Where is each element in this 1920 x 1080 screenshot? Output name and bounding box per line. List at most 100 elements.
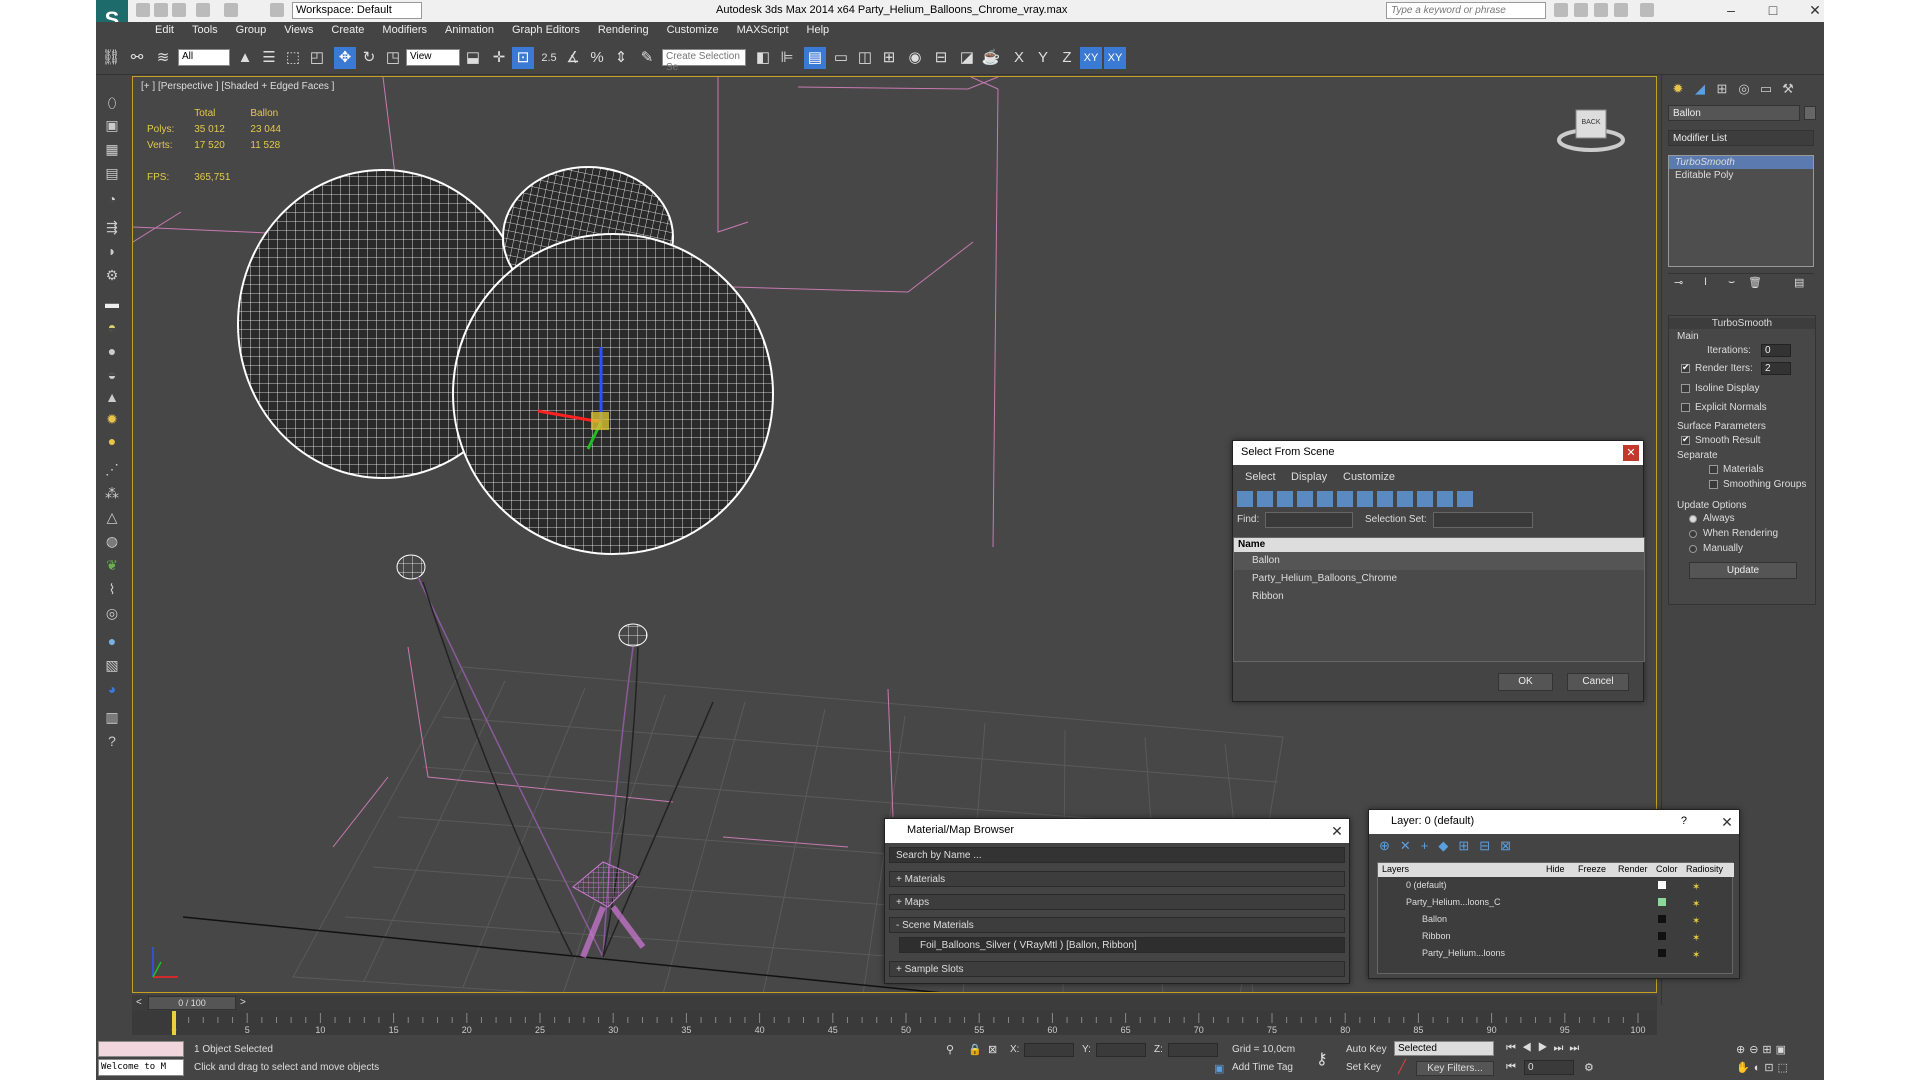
keyboard-shortcut-override-icon[interactable]: ⊡: [512, 47, 534, 69]
save-file-icon[interactable]: [172, 3, 186, 17]
omni-light-icon[interactable]: ●: [102, 431, 122, 451]
hierarchy-icon[interactable]: ▤: [102, 163, 122, 183]
ribbon-strings[interactable]: [417, 576, 714, 958]
mmb-group-materials[interactable]: + Materials: [889, 871, 1345, 887]
particle-icon[interactable]: ⁂: [102, 483, 122, 503]
playback-controls-icon[interactable]: ⏮◀▶⏭⏭: [1506, 1042, 1585, 1055]
percent-snap-icon[interactable]: %: [586, 47, 608, 69]
mirror-icon[interactable]: ◧: [752, 47, 774, 69]
globe-icon[interactable]: ◍: [102, 531, 122, 551]
container-icon[interactable]: ▥: [102, 707, 122, 727]
viewcube[interactable]: BACK: [1556, 95, 1626, 155]
col-layers[interactable]: Layers: [1382, 864, 1409, 874]
col-render[interactable]: Render: [1618, 864, 1648, 874]
torus-icon[interactable]: ◒: [102, 365, 122, 385]
axis-xy-cycle-button[interactable]: XY: [1104, 47, 1126, 69]
close-mmb-button[interactable]: ✕: [1329, 823, 1345, 839]
ok-button[interactable]: OK: [1498, 673, 1553, 691]
time-next-icon[interactable]: >: [240, 997, 246, 1008]
time-prev-icon[interactable]: <: [136, 997, 142, 1008]
axis-x-button[interactable]: X: [1008, 47, 1030, 69]
pivot-center-icon[interactable]: ⬓: [462, 47, 484, 69]
binoculars-icon[interactable]: [1554, 3, 1568, 17]
stack-item-editable-poly[interactable]: Editable Poly: [1669, 169, 1813, 182]
y-coord-field[interactable]: [1096, 1043, 1146, 1057]
window-crossing-icon[interactable]: ◰: [306, 47, 328, 69]
new-file-icon[interactable]: [136, 3, 150, 17]
render-iters-spinner[interactable]: 2: [1761, 362, 1791, 375]
menu-help[interactable]: Help: [798, 22, 839, 41]
cloth-icon[interactable]: ◎: [102, 603, 122, 623]
x-coord-field[interactable]: [1024, 1043, 1074, 1057]
scene-item-party-helium[interactable]: Party_Helium_Balloons_Chrome: [1234, 570, 1644, 588]
modify-icon[interactable]: ▦: [102, 139, 122, 159]
close-window-button[interactable]: ✕: [1800, 2, 1824, 19]
create-geometry-icon[interactable]: ⬯: [102, 93, 122, 113]
select-object-icon[interactable]: ▲: [234, 47, 256, 69]
rectangular-selection-icon[interactable]: ⬚: [282, 47, 304, 69]
select-and-move-icon[interactable]: ✥: [334, 47, 356, 69]
iterations-spinner[interactable]: 0: [1761, 344, 1791, 357]
biped-icon[interactable]: ◗: [102, 241, 122, 261]
sun-icon[interactable]: ✹: [102, 409, 122, 429]
viewport-navigation-icons[interactable]: ⊕⊖⊞▣: [1736, 1043, 1790, 1056]
rendered-frame-window-icon[interactable]: ◪: [956, 47, 978, 69]
time-slider-thumb[interactable]: 0 / 100: [148, 996, 236, 1010]
radiosity-icons[interactable]: ✶ ✶ ✶ ✶ ✶: [1692, 879, 1700, 964]
select-by-name-icon[interactable]: ☰: [258, 47, 280, 69]
axis-y-button[interactable]: Y: [1032, 47, 1054, 69]
isolate-selection-icon[interactable]: ⚲: [946, 1043, 954, 1056]
menu-animation[interactable]: Animation: [436, 22, 503, 41]
update-always-radio[interactable]: [1689, 515, 1697, 523]
smooth-result-checkbox[interactable]: [1681, 434, 1690, 445]
search-input[interactable]: Type a keyword or phrase: [1386, 2, 1546, 19]
render-iters-checkbox[interactable]: [1681, 362, 1690, 373]
layer-color-swatch[interactable]: [1658, 949, 1666, 957]
light-icon[interactable]: ◔: [102, 189, 122, 209]
set-key-button[interactable]: Set Key: [1346, 1062, 1381, 1073]
shapes-icon[interactable]: ▣: [102, 115, 122, 135]
stack-item-turbosmooth[interactable]: TurboSmooth: [1669, 156, 1813, 169]
menu-graph-editors[interactable]: Graph Editors: [503, 22, 589, 41]
selection-filter-dropdown[interactable]: All: [178, 49, 230, 66]
time-slider[interactable]: < 0 / 100 >: [132, 995, 1657, 1011]
menu-views[interactable]: Views: [275, 22, 322, 41]
separate-materials-checkbox[interactable]: [1709, 465, 1718, 474]
exchange-icon[interactable]: [1594, 3, 1608, 17]
track-bar[interactable]: 0510152025303540455055606570758085909510…: [132, 1011, 1657, 1035]
time-tag-icon[interactable]: ▣: [1214, 1062, 1224, 1075]
reference-coordinate-dropdown[interactable]: View: [406, 49, 460, 66]
minimize-button[interactable]: –: [1716, 2, 1746, 18]
layer-color-swatch[interactable]: [1658, 915, 1666, 923]
sequencer-icon[interactable]: ⇶: [102, 217, 122, 237]
align-icon[interactable]: ⊫: [776, 47, 798, 69]
sfs-menu-display[interactable]: Display: [1291, 471, 1327, 483]
plant-icon[interactable]: ❦: [102, 555, 122, 575]
balloon-front[interactable]: [452, 233, 774, 647]
help-icon[interactable]: [1640, 3, 1654, 17]
z-coord-field[interactable]: [1168, 1043, 1218, 1057]
key-mode-dropdown[interactable]: Selected: [1394, 1041, 1494, 1056]
named-selection-dropdown[interactable]: Create Selection Se: [662, 49, 746, 73]
menu-maxscript[interactable]: MAXScript: [728, 22, 798, 41]
default-tangent-icon[interactable]: ╱: [1398, 1059, 1406, 1075]
select-and-rotate-icon[interactable]: ↻: [358, 47, 380, 69]
maximize-button[interactable]: □: [1758, 2, 1788, 18]
col-hide[interactable]: Hide: [1546, 864, 1565, 874]
update-button[interactable]: Update: [1689, 562, 1797, 579]
show-end-result-icon[interactable]: I: [1704, 276, 1707, 288]
pin-stack-icon[interactable]: ⊸: [1674, 276, 1683, 289]
grid-icon[interactable]: ⋰: [102, 459, 122, 479]
configure-modifier-sets-icon[interactable]: ▤: [1794, 276, 1804, 289]
selection-set-dropdown[interactable]: [1433, 512, 1533, 528]
scene-item-ribbon[interactable]: Ribbon: [1234, 588, 1644, 606]
select-and-scale-icon[interactable]: ◳: [382, 47, 404, 69]
pyramid-icon[interactable]: △: [102, 507, 122, 527]
menu-create[interactable]: Create: [322, 22, 373, 41]
find-input[interactable]: [1265, 512, 1353, 528]
display-tab-icon[interactable]: ▭: [1756, 81, 1776, 99]
axis-xy-button[interactable]: XY: [1080, 47, 1102, 69]
hair-icon[interactable]: ⌇: [102, 579, 122, 599]
layer-color-swatch[interactable]: [1658, 932, 1666, 940]
isoline-display-checkbox[interactable]: [1681, 384, 1690, 393]
